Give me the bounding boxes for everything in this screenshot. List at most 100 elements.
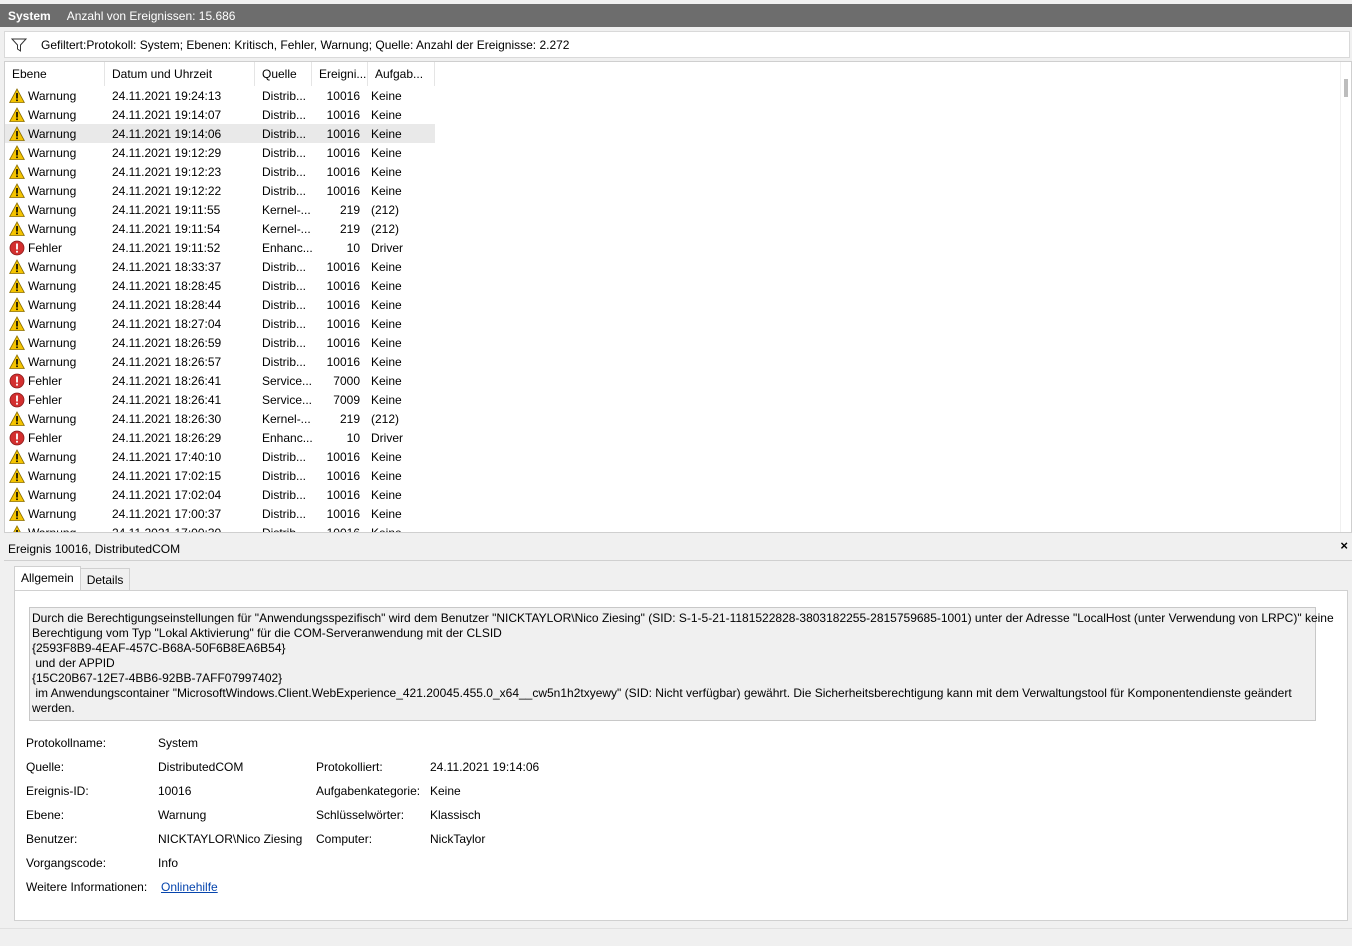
cell-level-text: Warnung bbox=[28, 506, 77, 521]
warning-icon bbox=[9, 258, 28, 275]
cell-task: Keine bbox=[371, 164, 402, 179]
column-header-event-id[interactable]: Ereigni... bbox=[312, 62, 368, 86]
cell-source: Distrib... bbox=[262, 259, 307, 274]
table-row[interactable]: Warnung 24.11.2021 19:11:54 Kernel-... 219 (… bbox=[5, 219, 1341, 238]
cell-source: Distrib... bbox=[262, 354, 307, 369]
prop-label-benutzer: Benutzer: bbox=[26, 832, 78, 846]
event-rows: Warnung 24.11.2021 19:24:13 Distrib... 1001… bbox=[5, 86, 1341, 533]
table-row[interactable]: Warnung 24.11.2021 18:28:44 Distrib... 1001… bbox=[5, 295, 1341, 314]
prop-label-ereignisid: Ereignis-ID: bbox=[26, 784, 89, 798]
table-row[interactable]: Warnung 24.11.2021 18:26:59 Distrib... 1001… bbox=[5, 333, 1341, 352]
row-cells: Warnung 24.11.2021 18:33:37 Distrib... 1001… bbox=[5, 257, 435, 276]
tab-details[interactable]: Details bbox=[79, 568, 131, 590]
cell-datetime: 24.11.2021 19:24:13 bbox=[112, 88, 222, 103]
prop-label-schluesselwoerter: Schlüsselwörter: bbox=[316, 808, 405, 822]
scrollbar-thumb[interactable] bbox=[1344, 79, 1348, 97]
cell-source: Kernel-... bbox=[262, 202, 311, 217]
message-line: Durch die Berechtigungseinstellungen für… bbox=[32, 611, 1334, 625]
cell-source: Distrib... bbox=[262, 183, 307, 198]
cell-event-id: 10016 bbox=[326, 126, 360, 141]
vertical-scrollbar[interactable] bbox=[1340, 62, 1351, 532]
cell-level-text: Warnung bbox=[28, 183, 77, 198]
cell-level: Fehler bbox=[5, 430, 105, 446]
table-row[interactable]: Fehler 24.11.2021 18:26:29 Enhanc... 10 Driv… bbox=[5, 428, 1341, 447]
cell-datetime: 24.11.2021 18:33:37 bbox=[112, 259, 222, 274]
general-panel: Durch die Berechtigungseinstellungen für… bbox=[14, 590, 1348, 921]
row-cells: Fehler 24.11.2021 18:26:41 Service... 7000 K… bbox=[5, 371, 435, 390]
cell-event-id: 10016 bbox=[326, 487, 360, 502]
cell-source: Service... bbox=[262, 373, 312, 388]
cell-level: Warnung bbox=[5, 144, 105, 161]
column-header-task[interactable]: Aufgab... bbox=[368, 62, 435, 86]
table-row[interactable]: Warnung 24.11.2021 19:12:29 Distrib... 1001… bbox=[5, 143, 1341, 162]
cell-datetime: 24.11.2021 19:11:54 bbox=[112, 221, 221, 236]
event-list[interactable]: Ebene Datum und Uhrzeit Quelle Ereigni..… bbox=[4, 61, 1352, 533]
table-row[interactable]: Warnung 24.11.2021 19:12:23 Distrib... 1001… bbox=[5, 162, 1341, 181]
column-header-datetime[interactable]: Datum und Uhrzeit bbox=[105, 62, 255, 86]
table-row[interactable]: Warnung 24.11.2021 17:02:04 Distrib... 1001… bbox=[5, 485, 1341, 504]
table-row[interactable]: Warnung 24.11.2021 17:40:10 Distrib... 1001… bbox=[5, 447, 1341, 466]
online-help-link[interactable]: Onlinehilfe bbox=[161, 880, 218, 894]
table-row[interactable]: Warnung 24.11.2021 18:26:57 Distrib... 1001… bbox=[5, 352, 1341, 371]
table-row[interactable]: Warnung 24.11.2021 18:28:45 Distrib... 1001… bbox=[5, 276, 1341, 295]
warning-icon bbox=[9, 220, 28, 237]
event-message-box[interactable]: Durch die Berechtigungseinstellungen für… bbox=[29, 607, 1334, 721]
cell-level-text: Warnung bbox=[28, 335, 77, 350]
row-cells: Warnung 24.11.2021 17:00:37 Distrib... 1001… bbox=[5, 504, 435, 523]
cell-task: Keine bbox=[371, 88, 402, 103]
cell-level-text: Warnung bbox=[28, 487, 77, 502]
table-row[interactable]: Warnung 24.11.2021 18:27:04 Distrib... 1001… bbox=[5, 314, 1341, 333]
status-bar bbox=[0, 928, 1352, 946]
cell-source: Distrib... bbox=[262, 449, 307, 464]
table-row[interactable]: Warnung 24.11.2021 18:33:37 Distrib... 1001… bbox=[5, 257, 1341, 276]
prop-value-aufgabenkategorie: Keine bbox=[430, 784, 461, 798]
cell-level-text: Warnung bbox=[28, 468, 77, 483]
cell-source: Distrib... bbox=[262, 525, 307, 533]
close-icon[interactable]: × bbox=[1340, 538, 1348, 553]
cell-event-id: 10016 bbox=[326, 278, 360, 293]
table-row[interactable]: Fehler 24.11.2021 19:11:52 Enhanc... 10 Driv… bbox=[5, 238, 1341, 257]
cell-level: Warnung bbox=[5, 410, 105, 427]
detail-tabs: Allgemein Details bbox=[14, 566, 131, 591]
cell-source: Enhanc... bbox=[262, 240, 312, 255]
filter-icon bbox=[11, 38, 27, 52]
cell-datetime: 24.11.2021 19:12:29 bbox=[112, 145, 222, 160]
cell-task: Keine bbox=[371, 278, 402, 293]
warning-icon bbox=[9, 353, 28, 370]
table-row[interactable]: Warnung 24.11.2021 19:14:06 Distrib... 1001… bbox=[5, 124, 1341, 143]
log-title-bar: System Anzahl von Ereignissen: 15.686 bbox=[0, 4, 1352, 27]
cell-task: Keine bbox=[371, 373, 402, 388]
table-row[interactable]: Warnung 24.11.2021 19:11:55 Kernel-... 219 (… bbox=[5, 200, 1341, 219]
cell-level-text: Warnung bbox=[28, 354, 77, 369]
row-cells: Warnung 24.11.2021 19:11:55 Kernel-... 219 (… bbox=[5, 200, 435, 219]
cell-datetime: 24.11.2021 19:12:23 bbox=[112, 164, 222, 179]
cell-task: (212) bbox=[371, 202, 400, 217]
table-row[interactable]: Warnung 24.11.2021 17:02:15 Distrib... 1001… bbox=[5, 466, 1341, 485]
error-icon bbox=[9, 373, 28, 389]
cell-event-id: 10 bbox=[346, 430, 360, 445]
table-row[interactable]: Warnung 24.11.2021 18:26:30 Kernel-... 219 (… bbox=[5, 409, 1341, 428]
cell-source: Kernel-... bbox=[262, 221, 311, 236]
cell-level-text: Fehler bbox=[28, 430, 63, 445]
cell-source: Enhanc... bbox=[262, 430, 312, 445]
cell-level: Warnung bbox=[5, 277, 105, 294]
table-row[interactable]: Warnung 24.11.2021 19:12:22 Distrib... 1001… bbox=[5, 181, 1341, 200]
table-row[interactable]: Fehler 24.11.2021 18:26:41 Service... 7000 K… bbox=[5, 371, 1341, 390]
row-cells: Warnung 24.11.2021 19:11:54 Kernel-... 219 (… bbox=[5, 219, 435, 238]
cell-event-id: 7009 bbox=[333, 392, 360, 407]
table-row[interactable]: Warnung 24.11.2021 19:14:07 Distrib... 1001… bbox=[5, 105, 1341, 124]
cell-datetime: 24.11.2021 17:02:04 bbox=[112, 487, 222, 502]
column-header-level[interactable]: Ebene bbox=[5, 62, 105, 86]
warning-icon bbox=[9, 486, 28, 503]
tab-allgemein[interactable]: Allgemein bbox=[14, 566, 81, 590]
cell-event-id: 10016 bbox=[326, 259, 360, 274]
cell-source: Kernel-... bbox=[262, 411, 311, 426]
table-row[interactable]: Fehler 24.11.2021 18:26:41 Service... 7009 K… bbox=[5, 390, 1341, 409]
table-row[interactable]: Warnung 24.11.2021 17:00:37 Distrib... 1001… bbox=[5, 504, 1341, 523]
table-row[interactable]: Warnung 24.11.2021 17:00:30 Distrib... 1001… bbox=[5, 523, 1341, 533]
cell-event-id: 219 bbox=[339, 221, 360, 236]
table-row[interactable]: Warnung 24.11.2021 19:24:13 Distrib... 1001… bbox=[5, 86, 1341, 105]
column-header-source[interactable]: Quelle bbox=[255, 62, 312, 86]
row-cells: Warnung 24.11.2021 19:12:23 Distrib... 1001… bbox=[5, 162, 435, 181]
cell-level-text: Fehler bbox=[28, 392, 63, 407]
